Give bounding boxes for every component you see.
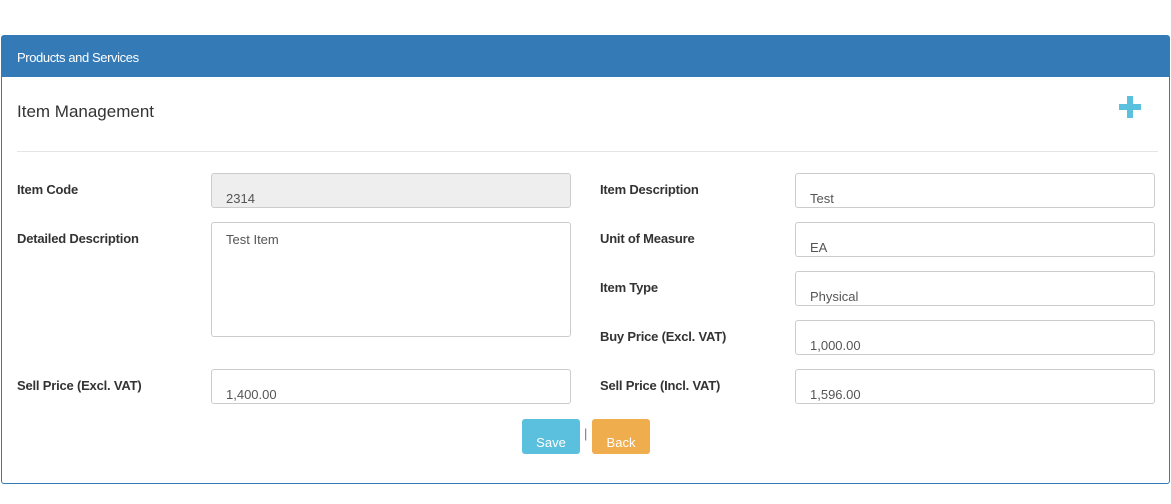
detailed-description-field[interactable]: Test Item bbox=[211, 222, 571, 337]
buy-price-excl-label: Buy Price (Excl. VAT) bbox=[600, 329, 727, 344]
button-separator: | bbox=[584, 426, 588, 441]
item-description-label: Item Description bbox=[600, 182, 699, 197]
detailed-description-label: Detailed Description bbox=[17, 231, 139, 246]
page-title: Item Management bbox=[17, 102, 155, 121]
plus-icon[interactable] bbox=[1119, 96, 1141, 118]
item-code-field[interactable] bbox=[211, 173, 571, 208]
item-type-field[interactable] bbox=[795, 271, 1155, 306]
buy-price-excl-field[interactable] bbox=[795, 320, 1155, 355]
sell-price-incl-label: Sell Price (Incl. VAT) bbox=[600, 378, 721, 393]
sell-price-incl-field[interactable] bbox=[795, 369, 1155, 404]
products-panel: Products and Services Item Management It… bbox=[1, 35, 1170, 484]
sell-price-excl-field[interactable] bbox=[211, 369, 571, 404]
save-button[interactable]: Save bbox=[522, 419, 580, 454]
unit-of-measure-label: Unit of Measure bbox=[600, 231, 695, 246]
sell-price-excl-label: Sell Price (Excl. VAT) bbox=[17, 378, 142, 393]
back-button[interactable]: Back bbox=[592, 419, 650, 454]
divider bbox=[17, 151, 1158, 152]
item-description-field[interactable] bbox=[795, 173, 1155, 208]
panel-heading: Products and Services bbox=[2, 36, 1169, 77]
item-code-label: Item Code bbox=[17, 182, 79, 197]
item-type-label: Item Type bbox=[600, 280, 658, 295]
unit-of-measure-field[interactable] bbox=[795, 222, 1155, 257]
